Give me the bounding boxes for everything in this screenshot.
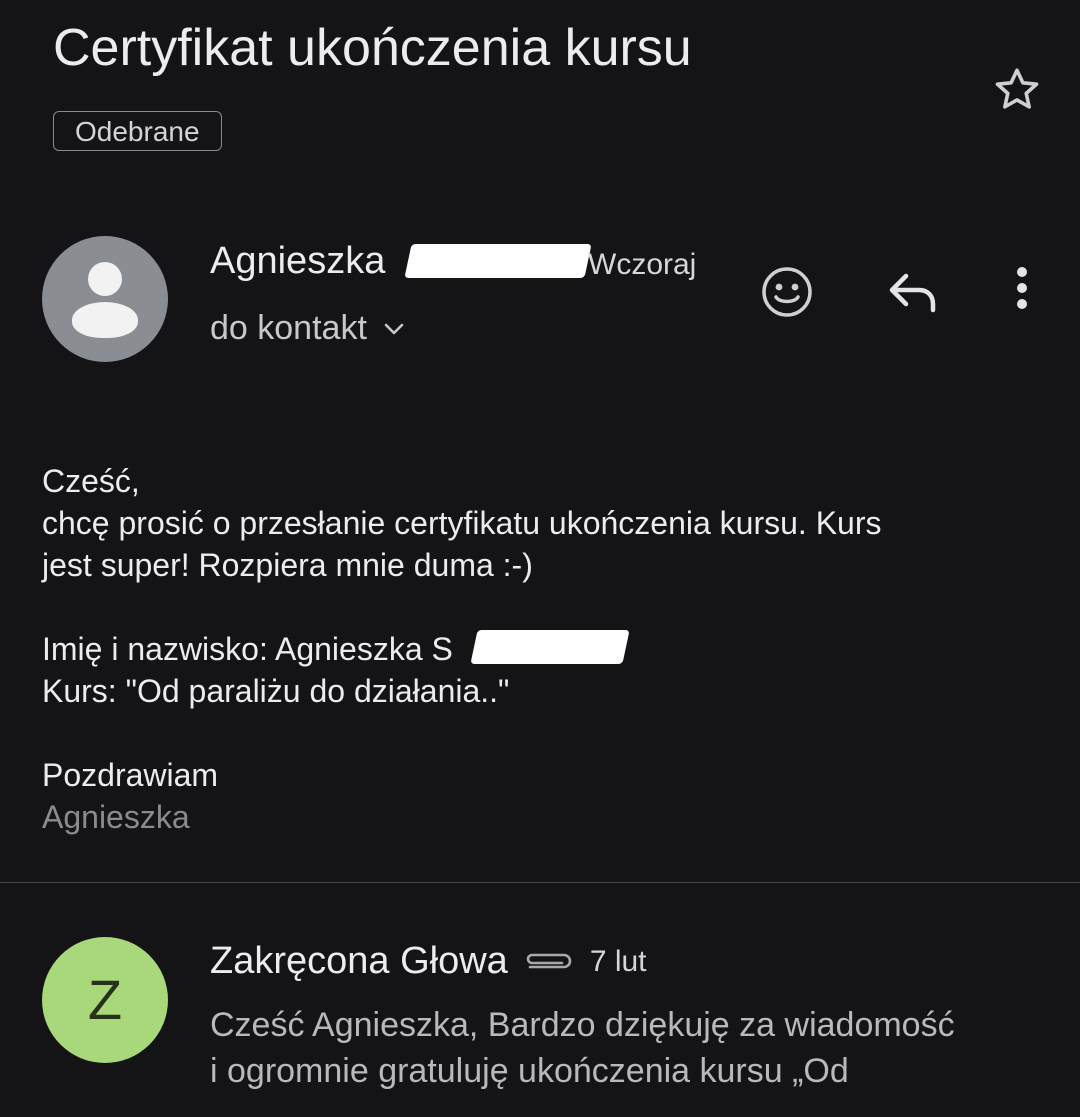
chevron-down-icon [384, 323, 404, 334]
body-line: jest super! Rozpiera mnie duma :-) [42, 547, 533, 583]
redaction-mark [404, 244, 592, 278]
reply-sender-name: Zakręcona Głowa [210, 940, 508, 982]
sender-avatar[interactable] [42, 236, 168, 362]
body-course-line: Kurs: "Od paraliżu do działania.." [42, 673, 510, 709]
star-icon[interactable] [990, 63, 1044, 117]
snippet-line: i ogromnie gratuluję ukończenia kursu „O… [210, 1052, 849, 1090]
more-vert-icon[interactable] [1006, 264, 1038, 320]
emoji-reaction-icon[interactable] [759, 264, 815, 320]
body-signature: Agnieszka [42, 799, 190, 835]
message-body: Cześć, chcę prosić o przesłanie certyfik… [42, 460, 882, 838]
body-name-line: Imię i nazwisko: Agnieszka S [42, 631, 453, 667]
redaction-mark [470, 630, 630, 664]
sender-name[interactable]: Agnieszka [210, 240, 385, 283]
reply-header[interactable]: Zakręcona Głowa 7 lut [210, 940, 647, 983]
paperclip-icon [526, 953, 572, 968]
reply-date: 7 lut [589, 944, 647, 978]
body-closing: Pozdrawiam [42, 757, 219, 793]
recipient-details-toggle[interactable]: do kontakt [210, 309, 405, 348]
recipient-label: do kontakt [210, 309, 367, 347]
email-subject: Certyfikat ukończenia kursu [53, 19, 692, 77]
person-icon [88, 262, 122, 296]
reply-icon[interactable] [886, 268, 940, 316]
message-divider [0, 882, 1080, 883]
message-date: Wczoraj [588, 248, 697, 281]
label-chip-inbox[interactable]: Odebrane [53, 111, 222, 151]
body-line: chcę prosić o przesłanie certyfikatu uko… [42, 505, 882, 541]
reply-snippet[interactable]: Cześć Agnieszka, Bardzo dziękuję za wiad… [210, 1002, 955, 1094]
reply-sender-avatar[interactable]: Z [42, 937, 168, 1063]
body-greeting: Cześć, [42, 463, 140, 499]
snippet-line: Cześć Agnieszka, Bardzo dziękuję za wiad… [210, 1006, 955, 1044]
